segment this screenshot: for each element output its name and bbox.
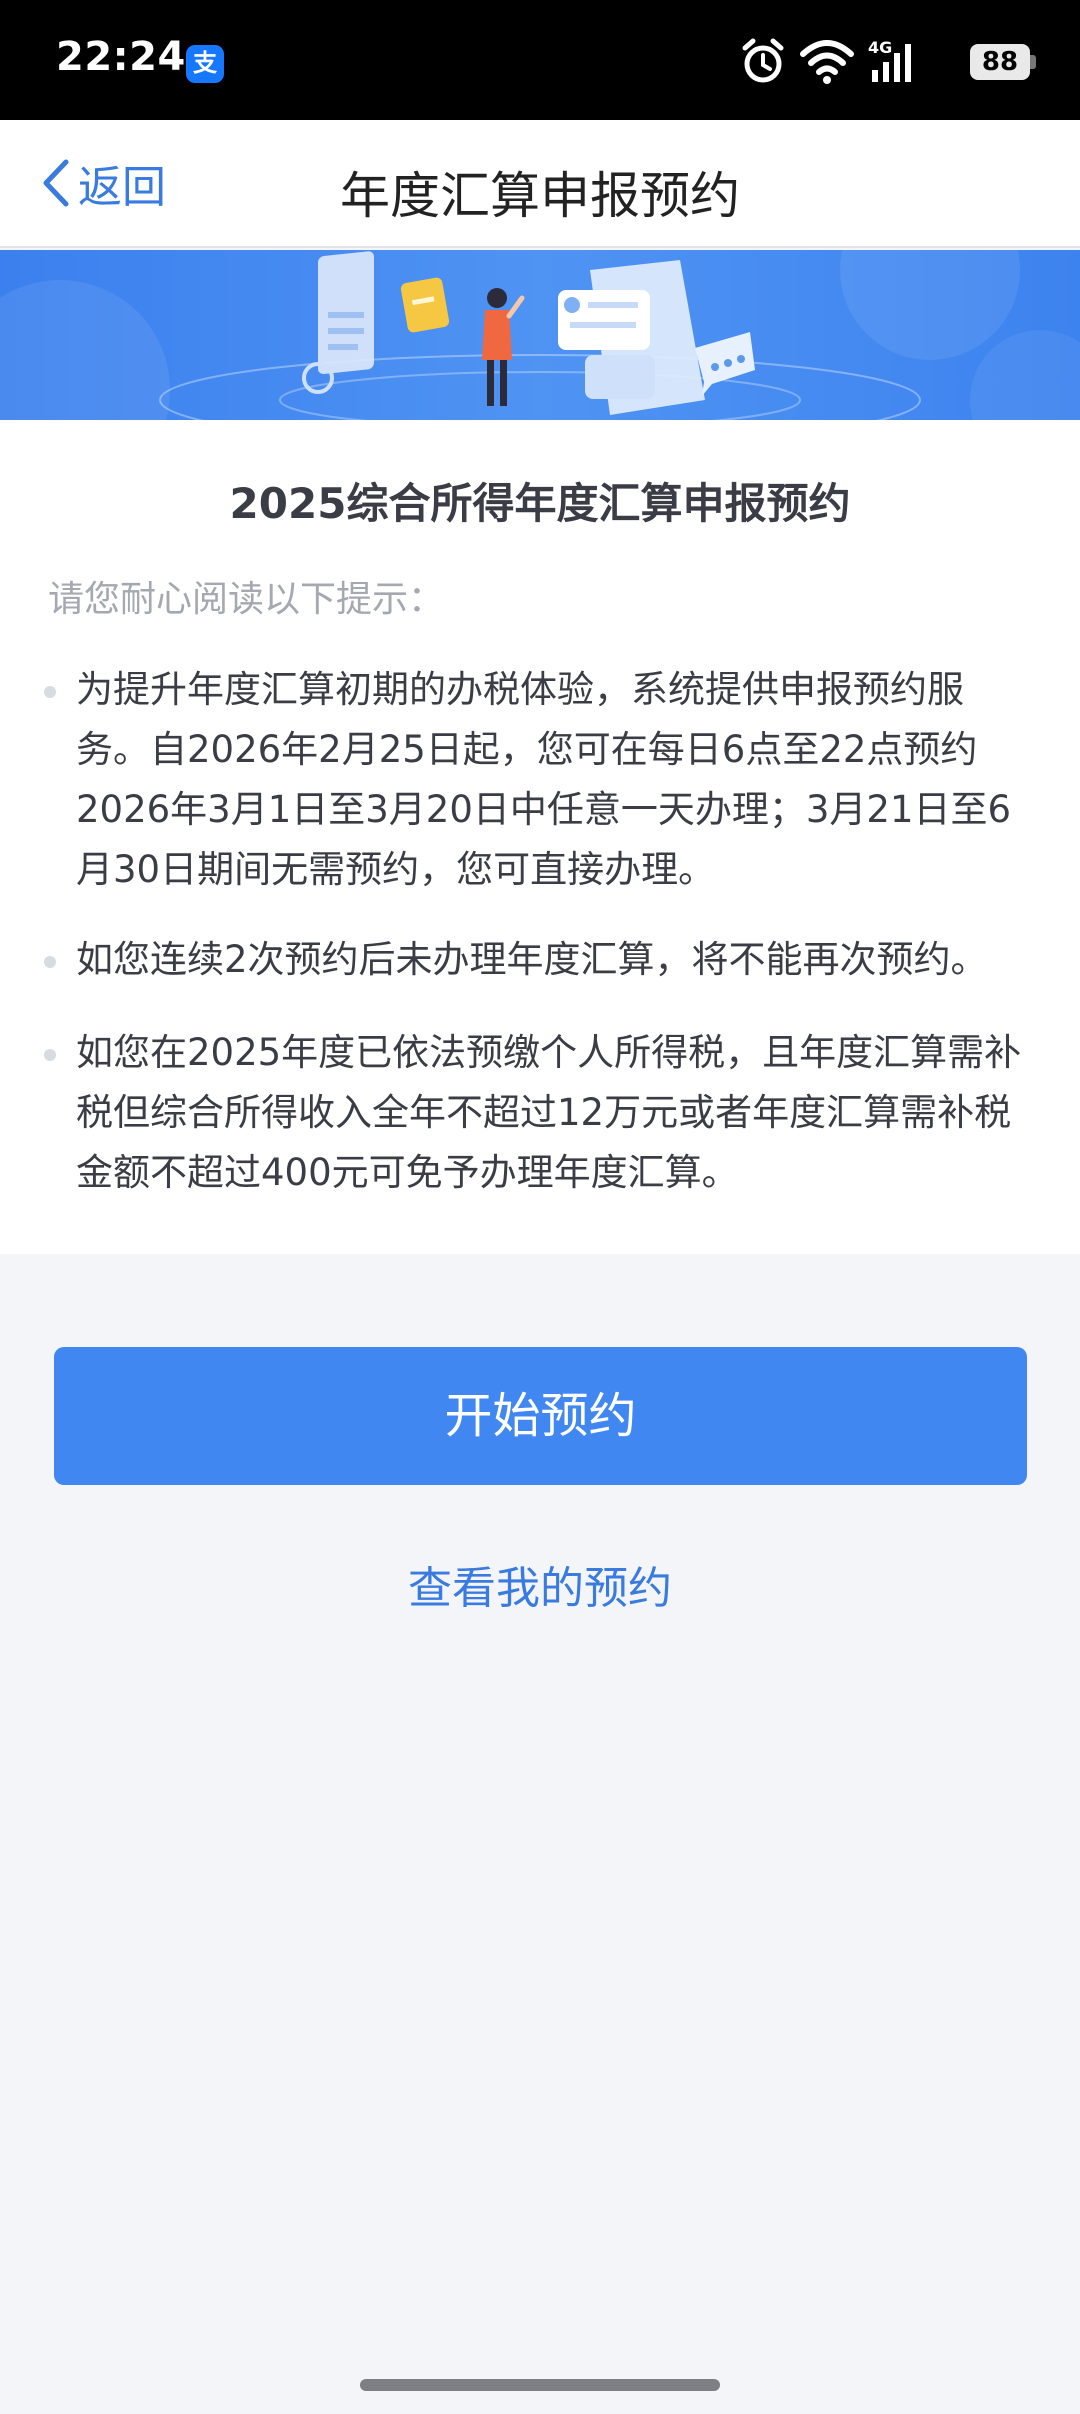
home-indicator[interactable]	[360, 2379, 720, 2391]
wifi-icon	[800, 40, 854, 84]
note-illustration	[400, 277, 450, 333]
banner-graphic	[0, 250, 1080, 420]
battery-icon: 88	[970, 44, 1030, 80]
view-my-reservations-link[interactable]: 查看我的预约	[0, 1552, 1080, 1616]
notice-text: 为提升年度汇算初期的办税体验，系统提供申报预约服务。自2026年2月25日起，您…	[76, 668, 1012, 891]
reading-hint: 请您耐心阅读以下提示：	[48, 579, 445, 620]
notice-item: 如您连续2次预约后未办理年度汇算，将不能再次预约。	[44, 930, 1026, 990]
bullet-dot	[44, 686, 56, 698]
bullet-dot	[44, 1049, 56, 1061]
banner-illustration	[0, 250, 1080, 420]
notice-text: 如您在2025年度已依法预缴个人所得税，且年度汇算需补税但综合所得收入全年不超过…	[76, 1031, 1022, 1194]
navigation-bar: 返回 年度汇算申报预约	[0, 120, 1080, 248]
content-title: 2025综合所得年度汇算申报预约	[229, 479, 851, 528]
alarm-icon	[742, 38, 784, 83]
notice-item: 为提升年度汇算初期的办税体验，系统提供申报预约服务。自2026年2月25日起，您…	[44, 660, 1026, 900]
status-icons: 4G 88	[740, 36, 1040, 88]
notice-text: 如您连续2次预约后未办理年度汇算，将不能再次预约。	[76, 938, 988, 981]
bullet-dot	[44, 956, 56, 968]
start-reservation-button[interactable]: 开始预约	[54, 1347, 1027, 1485]
notice-item: 如您在2025年度已依法预缴个人所得税，且年度汇算需补税但综合所得收入全年不超过…	[44, 1023, 1026, 1203]
content-card: 2025综合所得年度汇算申报预约 请您耐心阅读以下提示： 为提升年度汇算初期的办…	[0, 420, 1080, 1254]
alipay-app-icon: 支	[186, 45, 224, 83]
signal-icon	[872, 44, 911, 82]
page-title: 年度汇算申报预约	[340, 167, 740, 225]
battery-tip	[1030, 55, 1036, 69]
status-bar: 22:24 支 4G 88	[0, 0, 1080, 120]
status-time: 22:24	[56, 34, 186, 80]
